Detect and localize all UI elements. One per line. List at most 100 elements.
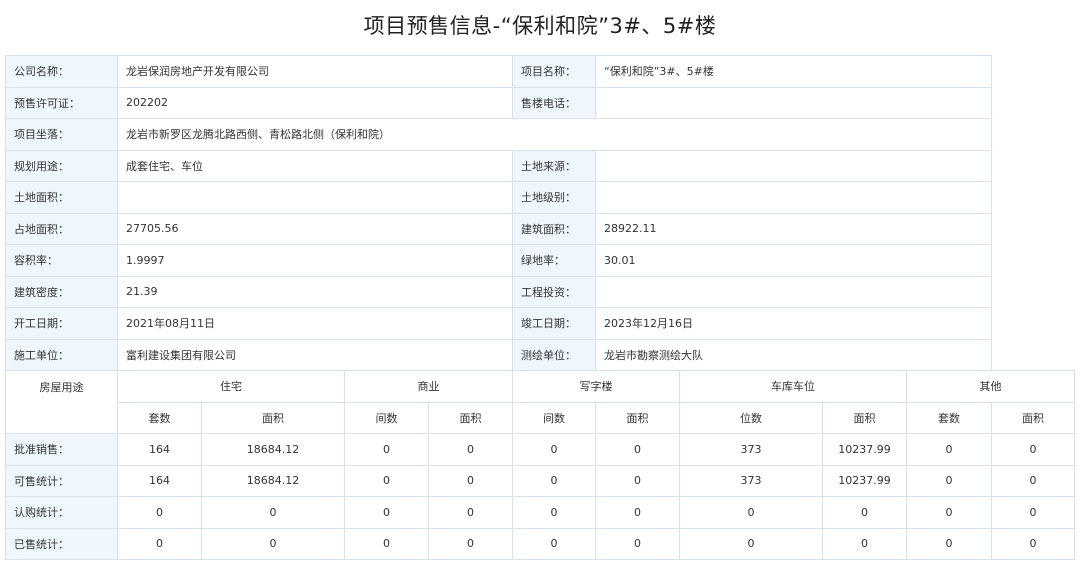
subheader: 面积 [201,401,345,434]
permit-value: 202202 [117,86,513,119]
project-name-label: 项目名称： [512,55,596,88]
land-area-label: 土地面积： [5,181,118,214]
row-label: 认购统计： [5,496,118,529]
stats-row-available: 可售统计： 164 18684.12 0 0 0 0 373 10237.99 … [5,464,1075,497]
stat-cell: 0 [595,496,680,529]
stat-cell: 0 [428,464,513,497]
stat-cell: 0 [512,464,596,497]
stat-cell: 0 [428,433,513,466]
stat-cell: 373 [679,464,823,497]
company-label: 公司名称： [5,55,118,88]
stat-cell: 18684.12 [201,464,345,497]
page-title: 项目预售信息-“保利和院”3#、5#楼 [363,14,717,38]
surveyor-label: 测绘单位： [512,338,596,371]
info-row: 占地面积： 27705.56 建筑面积： 28922.11 [5,212,1075,245]
stat-cell: 0 [428,527,513,560]
stats-row-sold: 已售统计： 0 0 0 0 0 0 0 0 0 0 [5,527,1075,560]
surveyor-value: 龙岩市勘察测绘大队 [594,338,993,371]
group-header-commercial: 商业 [344,370,513,403]
row-label: 批准销售： [5,433,118,466]
stat-cell: 0 [905,496,993,529]
info-row: 项目坐落： 龙岩市新罗区龙腾北路西侧、青松路北侧（保利和院） [5,118,1075,151]
contractor-value: 富利建设集团有限公司 [117,338,513,371]
info-row: 建筑密度： 21.39 工程投资： [5,275,1075,308]
building-density-label: 建筑密度： [5,275,118,308]
stats-row-subscribed: 认购统计： 0 0 0 0 0 0 0 0 0 0 [5,496,1075,529]
start-date-value: 2021年08月11日 [117,307,513,340]
stat-cell: 0 [905,464,993,497]
stat-cell: 0 [344,527,429,560]
stats-row-approved: 批准销售： 164 18684.12 0 0 0 0 373 10237.99 … [5,433,1075,466]
stat-cell: 18684.12 [201,433,345,466]
info-row: 施工单位： 富利建设集团有限公司 测绘单位： 龙岩市勘察测绘大队 [5,338,1075,371]
group-header-office: 写字楼 [512,370,680,403]
sales-phone-label: 售楼电话： [512,86,596,119]
stat-cell: 0 [822,496,907,529]
subheader: 位数 [679,401,823,434]
land-area-value [117,181,513,214]
group-header-residential: 住宅 [117,370,345,403]
stat-cell: 0 [991,527,1075,560]
stat-cell: 0 [822,527,907,560]
subheader: 面积 [595,401,680,434]
green-ratio-label: 绿地率： [512,244,596,277]
land-source-value [594,149,993,182]
stat-cell: 0 [991,496,1075,529]
stat-cell: 0 [512,433,596,466]
usage-label: 规划用途： [5,149,118,182]
stat-cell: 0 [905,527,993,560]
subheader: 套数 [905,401,993,434]
contractor-label: 施工单位： [5,338,118,371]
stat-cell: 10237.99 [822,464,907,497]
subheader: 面积 [428,401,513,434]
investment-value [594,275,993,308]
stat-cell: 0 [679,527,823,560]
stat-cell: 0 [905,433,993,466]
stats-subheader-row: 套数 面积 间数 面积 间数 面积 位数 面积 套数 面积 [6,401,1075,434]
plot-ratio-label: 容积率： [5,244,118,277]
plot-ratio-value: 1.9997 [117,244,513,277]
usage-value: 成套住宅、车位 [117,149,513,182]
subheader: 套数 [117,401,202,434]
occupied-area-label: 占地面积： [5,212,118,245]
group-header-other: 其他 [906,370,1075,403]
stat-cell: 0 [595,527,680,560]
location-value: 龙岩市新罗区龙腾北路西侧、青松路北侧（保利和院） [116,118,993,151]
building-area-value: 28922.11 [594,212,993,245]
info-row: 土地面积： 土地级别： [5,181,1075,214]
green-ratio-value: 30.01 [594,244,993,277]
info-row: 开工日期： 2021年08月11日 竣工日期： 2023年12月16日 [5,307,1075,340]
investment-label: 工程投资： [512,275,596,308]
stat-cell: 0 [991,464,1075,497]
stat-cell: 373 [679,433,823,466]
land-grade-label: 土地级别： [512,181,596,214]
group-header-parking: 车库车位 [679,370,907,403]
project-name-value: “保利和院”3#、5#楼 [594,55,993,88]
sales-phone-value [594,86,993,119]
land-source-label: 土地来源： [512,149,596,182]
stat-cell: 0 [201,527,345,560]
stat-cell: 0 [991,433,1075,466]
building-area-label: 建筑面积： [512,212,596,245]
stat-cell: 0 [344,496,429,529]
row-label: 可售统计： [5,464,118,497]
stat-cell: 0 [512,496,596,529]
stat-cell: 0 [344,433,429,466]
info-row: 规划用途： 成套住宅、车位 土地来源： [5,149,1075,182]
stat-cell: 0 [117,527,202,560]
info-row: 预售许可证： 202202 售楼电话： [5,86,1075,119]
completion-date-label: 竣工日期： [512,307,596,340]
presale-info-page: 项目预售信息-“保利和院”3#、5#楼 公司名称： 龙岩保润房地产开发有限公司 … [0,0,1080,570]
stat-cell: 0 [512,527,596,560]
stat-cell: 0 [595,464,680,497]
subheader: 间数 [344,401,429,434]
stat-cell: 10237.99 [822,433,907,466]
location-label: 项目坐落： [5,118,118,151]
stat-cell: 0 [201,496,345,529]
land-grade-value [594,181,993,214]
company-value: 龙岩保润房地产开发有限公司 [117,55,513,88]
stat-cell: 164 [117,433,202,466]
stat-cell: 0 [595,433,680,466]
occupied-area-value: 27705.56 [117,212,513,245]
stat-cell: 0 [344,464,429,497]
